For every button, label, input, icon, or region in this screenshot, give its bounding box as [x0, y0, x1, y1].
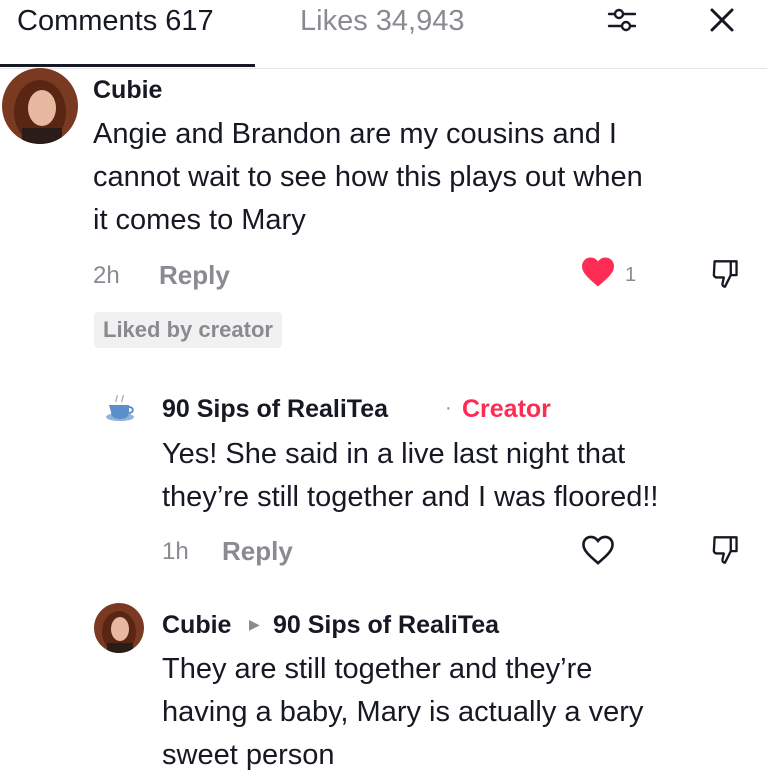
- reply-text-line: they’re still together and I was floored…: [162, 481, 659, 513]
- comment-text-line: cannot wait to see how this plays out wh…: [93, 161, 643, 193]
- comment-text-line: it comes to Mary: [93, 204, 306, 236]
- comment-timestamp: 2h: [93, 262, 120, 289]
- avatar[interactable]: [2, 68, 78, 144]
- comments-header: Comments 617 Likes 34,943: [0, 0, 767, 69]
- comment-text: Angie and Brandon are my cousins and I c…: [93, 113, 643, 242]
- avatar[interactable]: [100, 390, 140, 430]
- comment-username[interactable]: Cubie: [93, 76, 162, 105]
- heart-outline-icon[interactable]: [578, 530, 618, 570]
- comment-text-line: Angie and Brandon are my cousins and I: [93, 118, 617, 150]
- avatar[interactable]: [94, 603, 144, 653]
- reply-timestamp: 1h: [162, 538, 189, 565]
- reply-text: Yes! She said in a live last night that …: [162, 433, 658, 519]
- reply-username[interactable]: 90 Sips of RealiTea: [162, 395, 388, 424]
- like-count: 1: [625, 264, 637, 286]
- reply-text-line: having a baby, Mary is actually a very: [162, 696, 644, 728]
- tab-comments[interactable]: Comments 617: [17, 4, 214, 38]
- creator-badge: Creator: [462, 395, 551, 423]
- reply-to-username[interactable]: 90 Sips of RealiTea: [273, 611, 499, 640]
- dislike-icon[interactable]: [705, 254, 745, 294]
- sliders-icon[interactable]: [600, 0, 644, 40]
- active-tab-indicator: [0, 64, 255, 67]
- close-icon[interactable]: [700, 0, 744, 40]
- reply-to-arrow-icon: ▶: [249, 616, 260, 632]
- reply-text-line: They are still together and they’re: [162, 653, 593, 685]
- reply-text-line: Yes! She said in a live last night that: [162, 438, 626, 470]
- separator-dot: ·: [445, 397, 452, 419]
- reply-button[interactable]: Reply: [159, 260, 230, 291]
- reply-text-line: sweet person: [162, 739, 335, 771]
- reply-username[interactable]: Cubie: [162, 611, 231, 640]
- liked-by-creator-badge: Liked by creator: [94, 312, 282, 348]
- reply-button[interactable]: Reply: [222, 536, 293, 567]
- heart-filled-icon[interactable]: [578, 252, 618, 292]
- tab-likes[interactable]: Likes 34,943: [300, 4, 464, 38]
- dislike-icon[interactable]: [705, 530, 745, 570]
- reply-text: They are still together and they’re havi…: [162, 648, 643, 777]
